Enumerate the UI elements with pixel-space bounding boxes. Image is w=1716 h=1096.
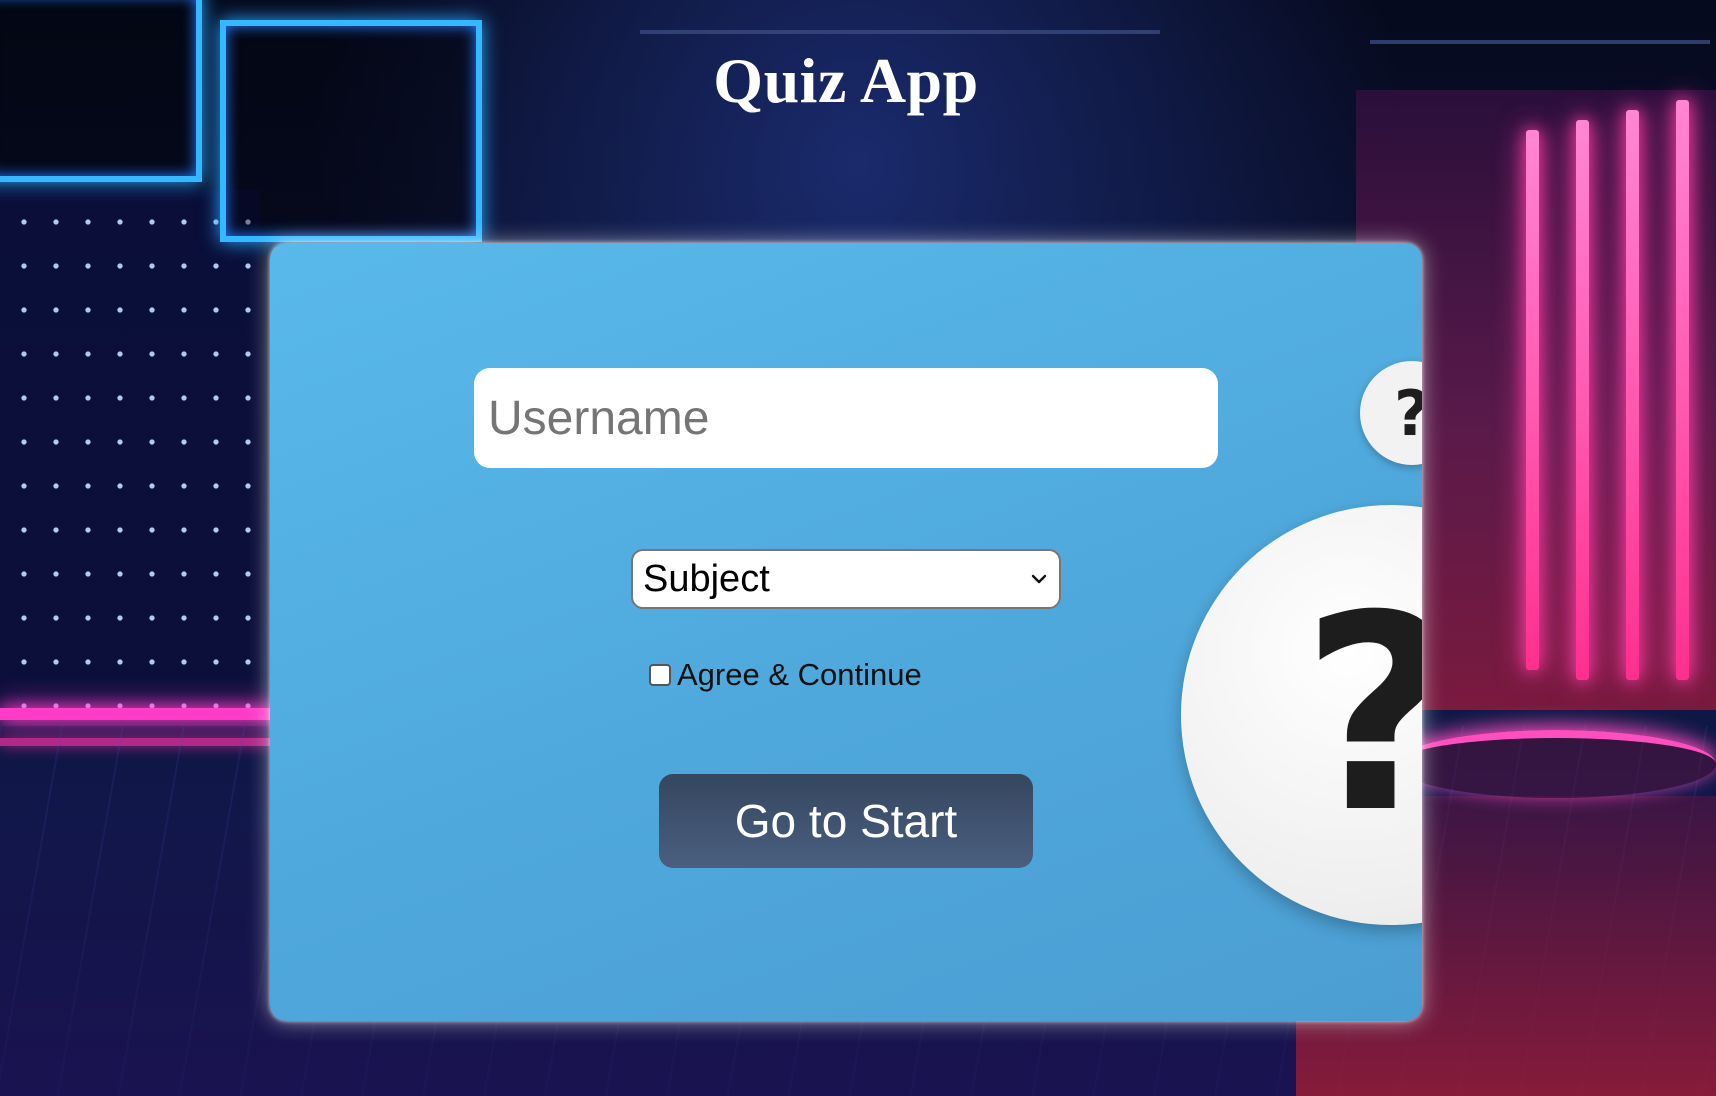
agree-checkbox[interactable] (649, 664, 671, 686)
subject-select-value: Subject (643, 557, 770, 600)
led-wall-left (0, 190, 260, 710)
app-title: Quiz App (713, 45, 979, 116)
question-mark-glyph: ? (1301, 580, 1422, 850)
neon-bar (1676, 100, 1689, 680)
chevron-down-icon (1029, 569, 1049, 589)
neon-strip-left (0, 708, 280, 720)
question-mark-icon: ? (1360, 361, 1422, 465)
stage-background: Quiz App Subject Agree & Continue Go to … (0, 0, 1716, 1096)
subject-select[interactable]: Subject (631, 549, 1061, 609)
question-mark-icon: ? (1181, 505, 1422, 925)
agree-row: Agree & Continue (649, 655, 922, 695)
agree-label[interactable]: Agree & Continue (677, 657, 922, 693)
go-to-start-button[interactable]: Go to Start (659, 774, 1033, 868)
stage-platform (1396, 730, 1716, 798)
username-input[interactable] (474, 368, 1218, 468)
login-card: Subject Agree & Continue Go to Start ? ? (270, 243, 1422, 1021)
question-mark-glyph: ? (1394, 377, 1422, 450)
neon-bar (1626, 110, 1639, 680)
stage-truss (640, 30, 1160, 34)
neon-bar (1576, 120, 1589, 680)
neon-bar (1526, 130, 1539, 670)
